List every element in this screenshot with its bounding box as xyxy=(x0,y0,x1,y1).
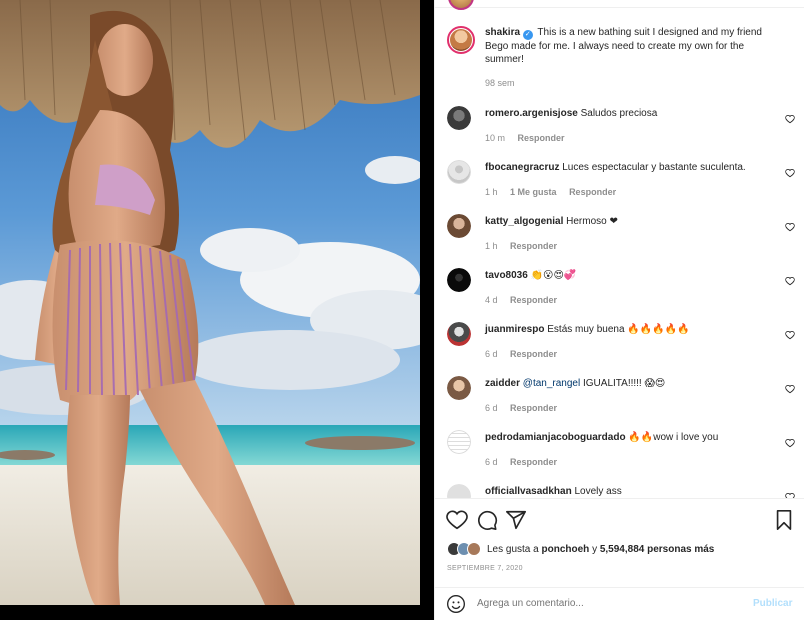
post-sidebar: shakira ✓ This is a new bathing suit I d… xyxy=(434,0,804,620)
comment-body: juanmirespo Estás muy buena 🔥🔥🔥🔥🔥 xyxy=(485,324,775,336)
comment-like-heart-icon[interactable] xyxy=(785,168,795,178)
comment-meta: 6 d Responder xyxy=(485,403,567,413)
comment-time: 4 d xyxy=(485,295,498,305)
likes-and: y xyxy=(592,543,598,555)
comment-time: 1 h xyxy=(485,241,498,251)
comment-mention-link[interactable]: @tan_rangel xyxy=(523,378,580,389)
comment-text: Luces espectacular y bastante suculenta. xyxy=(562,162,746,173)
comment-like-heart-icon[interactable] xyxy=(785,330,795,340)
author-avatar[interactable] xyxy=(447,26,475,54)
commenter-avatar[interactable] xyxy=(447,322,471,346)
comment-time: 6 d xyxy=(485,457,498,467)
comment-body: officiallvasadkhan Lovely ass xyxy=(485,486,775,498)
emoji-icon[interactable] xyxy=(446,594,466,614)
author-username[interactable]: shakira xyxy=(485,27,520,38)
comment-like-heart-icon[interactable] xyxy=(785,222,795,232)
reply-button[interactable]: Responder xyxy=(569,187,616,197)
bookmark-icon[interactable] xyxy=(773,509,795,531)
comment-meta: 6 d Responder xyxy=(485,457,567,467)
comment-body: fbocanegracruz Luces espectacular y bast… xyxy=(485,162,775,174)
likes-prefix: Les gusta a xyxy=(487,543,539,555)
likes-user[interactable]: ponchoeh xyxy=(542,544,590,555)
media-bottom-strip xyxy=(0,605,420,620)
comment-item: zaidder @tan_rangel IGUALITA!!!!! 😱😍 6 d… xyxy=(447,376,799,426)
comment-text: Estás muy buena 🔥🔥🔥🔥🔥 xyxy=(547,324,690,335)
share-icon[interactable] xyxy=(505,509,527,531)
reply-button[interactable]: Responder xyxy=(510,241,557,251)
reply-button[interactable]: Responder xyxy=(510,457,557,467)
comment-body: katty_algogenial Hermoso ❤ xyxy=(485,216,775,228)
comment-meta: 4 d Responder xyxy=(485,295,567,305)
commenter-avatar[interactable] xyxy=(447,214,471,238)
heart-icon[interactable] xyxy=(446,509,468,531)
commenter-avatar[interactable] xyxy=(447,106,471,130)
commenter-username[interactable]: tavo8036 xyxy=(485,270,528,281)
commenter-avatar[interactable] xyxy=(447,430,471,454)
commenter-username[interactable]: katty_algogenial xyxy=(485,216,563,227)
commenter-username[interactable]: zaidder xyxy=(485,378,520,389)
comment-text: 👏😮😍💞 xyxy=(530,270,577,281)
comment-like-heart-icon[interactable] xyxy=(785,384,795,394)
comment-item: romero.argenisjose Saludos preciosa 10 m… xyxy=(447,106,799,156)
comments-list[interactable]: shakira ✓ This is a new bathing suit I d… xyxy=(447,0,799,498)
comment-icon[interactable] xyxy=(476,509,498,531)
comment-body: tavo8036 👏😮😍💞 xyxy=(485,270,775,282)
post-age: 98 sem xyxy=(485,78,515,88)
comment-item: fbocanegracruz Luces espectacular y bast… xyxy=(447,160,799,210)
post-date: SEPTIEMBRE 7, 2020 xyxy=(447,565,523,572)
commenter-username[interactable]: romero.argenisjose xyxy=(485,108,578,119)
post-photo xyxy=(0,0,420,605)
comment-item: pedrodamianjacoboguardado 🔥🔥wow i love y… xyxy=(447,430,799,480)
comment-text: 🔥🔥wow i love you xyxy=(628,432,719,443)
reply-button[interactable]: Responder xyxy=(510,349,557,359)
likes-count[interactable]: 5,594,884 personas más xyxy=(600,544,715,555)
commenter-avatar[interactable] xyxy=(447,484,471,498)
comment-text: Hermoso ❤ xyxy=(566,216,618,227)
comment-item: tavo8036 👏😮😍💞 4 d Responder xyxy=(447,268,799,318)
comment-item: officiallvasadkhan Lovely ass xyxy=(447,484,799,498)
comment-body: romero.argenisjose Saludos preciosa xyxy=(485,108,775,120)
comment-meta: 1 h 1 Me gusta Responder xyxy=(485,187,626,197)
reply-button[interactable]: Responder xyxy=(510,295,557,305)
commenter-username[interactable]: officiallvasadkhan xyxy=(485,486,572,497)
likes-text: Les gusta a ponchoeh y 5,594,884 persona… xyxy=(487,544,714,555)
comment-like-heart-icon[interactable] xyxy=(785,276,795,286)
liker-avatar xyxy=(467,542,481,556)
comment-time: 1 h xyxy=(485,187,498,197)
reply-button[interactable]: Responder xyxy=(518,133,565,143)
comment-like-heart-icon[interactable] xyxy=(785,438,795,448)
comment-meta: 1 h Responder xyxy=(485,241,567,251)
instagram-post-view: shakira ✓ This is a new bathing suit I d… xyxy=(0,0,804,620)
comment-item: juanmirespo Estás muy buena 🔥🔥🔥🔥🔥 6 d Re… xyxy=(447,322,799,372)
post-media[interactable] xyxy=(0,0,420,620)
comment-meta: 10 m Responder xyxy=(485,133,575,143)
comment-time: 6 d xyxy=(485,349,498,359)
comment-time: 6 d xyxy=(485,403,498,413)
comment-meta: 6 d Responder xyxy=(485,349,567,359)
commenter-avatar[interactable] xyxy=(447,268,471,292)
comment-body: zaidder @tan_rangel IGUALITA!!!!! 😱😍 xyxy=(485,378,775,390)
commenter-username[interactable]: fbocanegracruz xyxy=(485,162,559,173)
comment-text: Lovely ass xyxy=(574,486,622,497)
comment-item: katty_algogenial Hermoso ❤ 1 h Responder xyxy=(447,214,799,264)
publish-button[interactable]: Publicar xyxy=(753,598,792,609)
post-actions-section: Les gusta a ponchoeh y 5,594,884 persona… xyxy=(435,498,804,620)
commenter-avatar[interactable] xyxy=(447,376,471,400)
reply-button[interactable]: Responder xyxy=(510,403,557,413)
comment-like-heart-icon[interactable] xyxy=(785,114,795,124)
commenter-username[interactable]: juanmirespo xyxy=(485,324,544,335)
add-comment-bar: Publicar xyxy=(435,587,804,620)
caption-text-block: shakira ✓ This is a new bathing suit I d… xyxy=(485,26,785,66)
commenter-avatar[interactable] xyxy=(447,160,471,184)
comment-likes-count[interactable]: 1 Me gusta xyxy=(510,187,557,197)
comment-time: 10 m xyxy=(485,133,506,143)
comment-body: pedrodamianjacoboguardado 🔥🔥wow i love y… xyxy=(485,432,775,444)
comment-input[interactable] xyxy=(477,598,737,609)
likes-summary[interactable]: Les gusta a ponchoeh y 5,594,884 persona… xyxy=(447,541,714,557)
comment-text: Saludos preciosa xyxy=(580,108,658,119)
comment-text: IGUALITA!!!!! 😱😍 xyxy=(580,378,666,389)
commenter-username[interactable]: pedrodamianjacoboguardado xyxy=(485,432,626,443)
verified-badge-icon: ✓ xyxy=(522,30,533,40)
